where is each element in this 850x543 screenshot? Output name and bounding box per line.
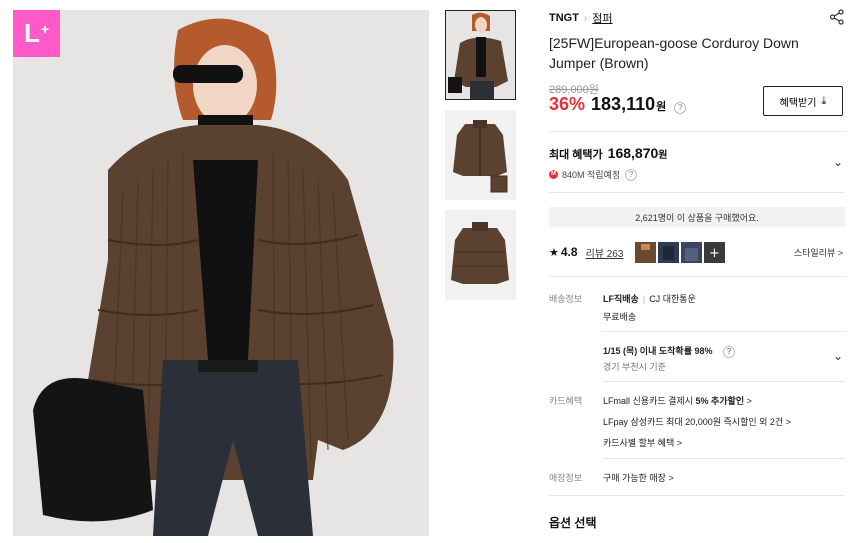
review-photo-3[interactable] — [681, 241, 703, 263]
badge-plus: + — [40, 20, 50, 37]
price-help-icon[interactable]: ? — [674, 102, 687, 114]
card-benefit-label: 카드혜택 — [549, 396, 583, 406]
divider — [549, 276, 845, 277]
chevron-down-icon[interactable]: ⌄ — [833, 155, 843, 169]
store-info-label: 매장정보 — [549, 473, 583, 483]
price-row: 36% 183,110 원 ? — [549, 94, 687, 115]
thumbnail-1[interactable] — [445, 10, 516, 100]
review-more-photos-icon[interactable]: + — [704, 241, 726, 263]
shipping-label: 배송정보 — [549, 294, 583, 304]
divider — [549, 192, 845, 193]
card-benefit-2[interactable]: LFpay 삼성카드 최대 20,000원 즉시할인 외 2건 > — [603, 415, 791, 428]
divider — [549, 495, 845, 496]
shipping-method: LF직배송 — [603, 294, 639, 304]
points-row: M 840M 적립예정 ? — [549, 168, 638, 181]
download-icon: ⤓ — [821, 94, 827, 107]
benefit-button-label: 혜택받기 — [779, 97, 817, 109]
brand-link[interactable]: TNGT — [549, 12, 579, 24]
share-icon[interactable] — [829, 9, 845, 25]
style-review-link[interactable]: 스타일리뷰 > — [794, 246, 843, 259]
breadcrumb-separator-icon: › — [583, 12, 588, 24]
svg-text:+: + — [709, 246, 720, 261]
thumbnail-model-image — [446, 11, 515, 99]
benefit-button[interactable]: 혜택받기 ⤓ — [763, 86, 843, 116]
thumbnail-jacket-back-image — [445, 210, 516, 300]
separator: | — [642, 294, 646, 304]
badge-letter: L — [23, 18, 40, 48]
thumbnail-2[interactable] — [445, 110, 516, 200]
currency-label: 원 — [656, 101, 667, 113]
review-photo-2[interactable] — [658, 241, 680, 263]
divider — [549, 131, 845, 132]
sale-price: 183,110 — [591, 94, 656, 114]
options-title: 옵션 선택 — [549, 516, 597, 530]
review-row: ★ 4.8 리뷰 263 + 스타일리뷰 > — [549, 241, 845, 263]
shipping-method-row: LF직배송 | CJ 대한통운 — [603, 292, 696, 305]
review-count-link[interactable]: 리뷰 263 — [586, 245, 624, 260]
model-photo — [13, 10, 429, 536]
card-installment-link[interactable]: 카드사별 할부 혜택 > — [603, 436, 682, 449]
thumbnail-3[interactable] — [445, 210, 516, 300]
max-benefit-row[interactable]: 최대 혜택가 168,870 원 — [549, 145, 667, 162]
max-benefit-price: 168,870 — [607, 145, 659, 161]
shipping-fee: 무료배송 — [603, 312, 637, 322]
card-benefit-1[interactable]: LFmall 신용카드 결제시 5% 추가할인 > — [603, 394, 752, 407]
card-benefit-1-text: LFmall 신용카드 결제시 — [603, 396, 696, 406]
product-title: [25FW]European-goose Corduroy Down Jumpe… — [549, 35, 799, 71]
rating-value: 4.8 — [560, 245, 578, 259]
star-icon: ★ — [549, 246, 559, 259]
divider — [603, 331, 845, 332]
purchase-count-notice: 2,621명이 이 상품을 구매했어요. — [549, 207, 845, 227]
discount-rate: 36% — [549, 94, 586, 114]
carrier: CJ 대한통운 — [649, 294, 696, 304]
points-icon: M — [549, 170, 558, 179]
store-availability-link[interactable]: 구매 가능한 매장 > — [603, 471, 674, 484]
arrival-help-icon[interactable]: ? — [723, 345, 736, 358]
divider — [603, 381, 845, 382]
shipping-origin: 경기 부천시 기준 — [603, 362, 666, 372]
breadcrumb: TNGT › 점퍼 — [549, 10, 613, 26]
card-benefit-1-highlight: 5% 추가할인 — [695, 396, 745, 406]
card-benefit-1-arrow: > — [744, 396, 752, 406]
lplus-badge: L + — [13, 10, 60, 57]
main-product-image[interactable]: L + — [13, 10, 429, 536]
review-photo-1[interactable] — [635, 241, 657, 263]
points-help-icon[interactable]: ? — [625, 168, 638, 181]
max-benefit-label: 최대 혜택가 — [549, 149, 603, 161]
category-link[interactable]: 점퍼 — [592, 10, 612, 26]
arrival-estimate: 1/15 (목) 이내 도착확률 98% — [603, 346, 713, 356]
points-text: 840M 적립예정 — [562, 170, 621, 180]
max-benefit-currency: 원 — [658, 150, 668, 161]
divider — [603, 458, 845, 459]
arrival-estimate-row[interactable]: 1/15 (목) 이내 도착확률 98% ? — [603, 344, 736, 358]
chevron-down-icon[interactable]: ⌄ — [833, 349, 843, 363]
thumbnail-jacket-flat-image — [445, 110, 516, 200]
